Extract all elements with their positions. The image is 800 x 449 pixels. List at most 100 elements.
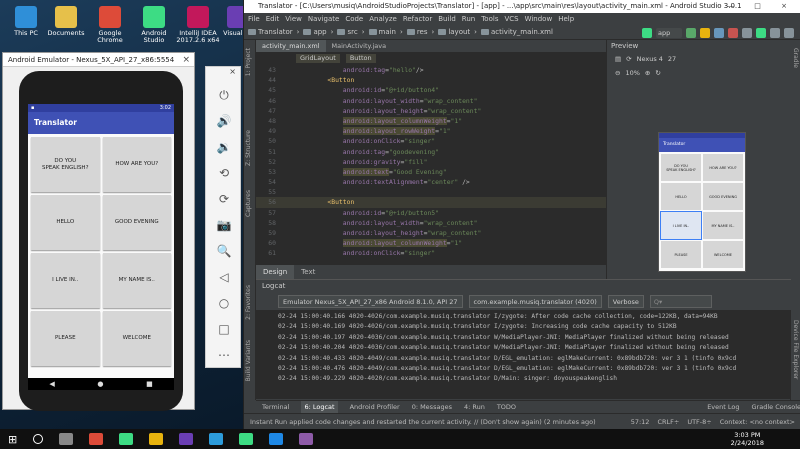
menu-navigate[interactable]: Navigate xyxy=(308,13,339,25)
side-tab-structure[interactable]: Z: Structure xyxy=(245,130,252,166)
overview-icon[interactable]: □ xyxy=(214,321,234,337)
taskbar-app-icon[interactable] xyxy=(239,433,254,445)
run-icon[interactable] xyxy=(686,28,696,38)
code-lines[interactable]: 43 android:tag="hello"/> 44 <Button 45 and… xyxy=(256,65,606,259)
side-tab-project[interactable]: 1: Project xyxy=(245,48,252,76)
taskbar-app-icon[interactable] xyxy=(59,433,74,445)
more-icon[interactable]: ⋯ xyxy=(214,347,234,363)
menu-code[interactable]: Code xyxy=(345,13,363,25)
taskbar-app-icon[interactable] xyxy=(269,433,284,445)
volume-up-icon[interactable]: 🔊 xyxy=(214,113,234,129)
breadcrumb-gridlayout[interactable]: GridLayout xyxy=(296,54,340,63)
phrase-button[interactable]: MY NAME IS.. xyxy=(102,253,171,308)
taskbar-app-icon[interactable] xyxy=(119,433,134,445)
desktop-icon[interactable]: Google Chrome xyxy=(88,6,132,44)
close-icon[interactable]: × xyxy=(206,67,240,76)
phrase-button[interactable]: HOW ARE YOU? xyxy=(102,137,171,192)
device-dropdown[interactable]: Emulator Nexus_5X_API_27_x86 Android 8.1… xyxy=(278,294,463,308)
tool-tab-right[interactable]: Gradle Console xyxy=(752,401,800,413)
phrase-button[interactable]: DO YOU SPEAK ENGLISH? xyxy=(31,137,100,192)
stop-icon[interactable] xyxy=(728,28,738,38)
breadcrumb-item[interactable]: Translator xyxy=(248,28,293,36)
tool-tab[interactable]: Terminal xyxy=(262,401,289,413)
sync-icon[interactable] xyxy=(742,28,752,38)
desktop-icon[interactable]: This PC xyxy=(4,6,48,37)
phrase-button[interactable]: PLEASE xyxy=(31,311,100,366)
menu-tools[interactable]: Tools xyxy=(481,13,498,25)
layers-icon[interactable]: ▤ xyxy=(615,55,621,63)
overview-icon[interactable]: ■ xyxy=(146,380,153,388)
api-select[interactable]: 27 xyxy=(668,55,676,63)
status-item[interactable]: 57:12 xyxy=(631,414,650,430)
menu-analyze[interactable]: Analyze xyxy=(369,13,397,25)
taskbar-app-icon[interactable] xyxy=(89,433,104,445)
taskbar-app-icon[interactable] xyxy=(179,433,194,445)
tab-activity-main[interactable]: activity_main.xml xyxy=(256,40,326,52)
side-tab-captures[interactable]: Captures xyxy=(245,190,252,217)
side-tab-favorites[interactable]: 2: Favorites xyxy=(245,285,252,320)
home-icon[interactable]: ● xyxy=(97,380,103,388)
tab-text[interactable]: Text xyxy=(294,265,322,279)
apply-changes-icon[interactable] xyxy=(700,28,710,38)
phrase-button[interactable]: I LIVE IN.. xyxy=(31,253,100,308)
menu-help[interactable]: Help xyxy=(558,13,574,25)
logcat-search-input[interactable]: Q▾ xyxy=(649,294,712,308)
desktop-icon[interactable]: Documents xyxy=(44,6,88,37)
tool-tab-right[interactable]: Event Log xyxy=(707,401,739,413)
android-icon[interactable] xyxy=(642,28,652,38)
orientation-icon[interactable]: ⟳ xyxy=(626,55,631,63)
tool-tab[interactable]: 0: Messages xyxy=(412,401,452,413)
breadcrumb-item[interactable]: src xyxy=(337,28,358,36)
zoom-icon[interactable]: 🔍 xyxy=(214,243,234,259)
desktop-icon[interactable]: IntelliJ IDEA 2017.2.6 x64 xyxy=(176,6,220,44)
menu-refactor[interactable]: Refactor xyxy=(403,13,432,25)
home-icon[interactable]: ○ xyxy=(214,295,234,311)
tool-tab[interactable]: Android Profiler xyxy=(350,401,400,413)
window-controls[interactable]: — □ × xyxy=(727,0,796,13)
desktop-icon[interactable]: Android Studio xyxy=(132,6,176,44)
clock[interactable]: 3:03 PM 2/24/2018 xyxy=(731,431,764,447)
device-select[interactable]: Nexus 4 xyxy=(637,55,663,63)
menu-window[interactable]: Window xyxy=(525,13,553,25)
menu-edit[interactable]: Edit xyxy=(266,13,280,25)
windows-start-icon[interactable]: ⊞ xyxy=(8,433,17,446)
level-dropdown[interactable]: Verbose xyxy=(607,294,644,308)
phrase-button[interactable]: GOOD EVENING xyxy=(102,195,171,250)
tool-tab[interactable]: TODO xyxy=(497,401,516,413)
preview-phrase-button[interactable]: GOOD EVENING xyxy=(703,183,743,210)
rotate-right-icon[interactable]: ⟳ xyxy=(214,191,234,207)
back-icon[interactable]: ◁ xyxy=(214,269,234,285)
volume-down-icon[interactable]: 🔉 xyxy=(214,139,234,155)
taskbar-app-icon[interactable] xyxy=(209,433,224,445)
breadcrumb-item[interactable]: layout xyxy=(438,28,470,36)
status-item[interactable]: CRLF÷ xyxy=(657,414,679,430)
preview-phrase-button[interactable]: HOW ARE YOU? xyxy=(703,154,743,181)
phrase-button[interactable]: HELLO xyxy=(31,195,100,250)
breadcrumb-item[interactable]: main xyxy=(368,28,396,36)
tab-main-activity[interactable]: MainActivity.java xyxy=(326,40,393,52)
back-icon[interactable]: ◀ xyxy=(49,380,54,388)
breadcrumb-button[interactable]: Button xyxy=(345,54,376,63)
search-icon[interactable] xyxy=(784,28,794,38)
preview-phrase-button[interactable]: HELLO xyxy=(661,183,701,210)
menu-file[interactable]: File xyxy=(248,13,260,25)
close-icon[interactable]: × xyxy=(182,53,190,67)
menu-view[interactable]: View xyxy=(285,13,302,25)
process-dropdown[interactable]: com.example.musiq.translator (4020) xyxy=(468,294,602,308)
tool-tab[interactable]: 6: Logcat xyxy=(301,401,338,413)
side-tab-device-file-explorer[interactable]: Device File Explorer xyxy=(792,320,799,379)
preview-phrase-button[interactable]: WELCOME xyxy=(703,241,743,268)
status-item[interactable]: Context: <no context> xyxy=(720,414,795,430)
breadcrumb-item[interactable]: app xyxy=(303,28,327,36)
tab-design[interactable]: Design xyxy=(256,265,295,279)
breadcrumb-item[interactable]: res xyxy=(406,28,428,36)
menu-vcs[interactable]: VCS xyxy=(504,13,518,25)
taskbar-app-icon[interactable] xyxy=(149,433,164,445)
sdk-manager-icon[interactable] xyxy=(770,28,780,38)
breadcrumb-item[interactable]: activity_main.xml xyxy=(480,28,553,36)
taskbar-app-icon[interactable] xyxy=(299,433,314,445)
preview-phrase-button[interactable]: MY NAME IS.. xyxy=(703,212,743,239)
camera-icon[interactable]: 📷 xyxy=(214,217,234,233)
run-config-select[interactable]: app xyxy=(656,28,682,38)
taskbar-app-icon[interactable] xyxy=(33,434,44,444)
